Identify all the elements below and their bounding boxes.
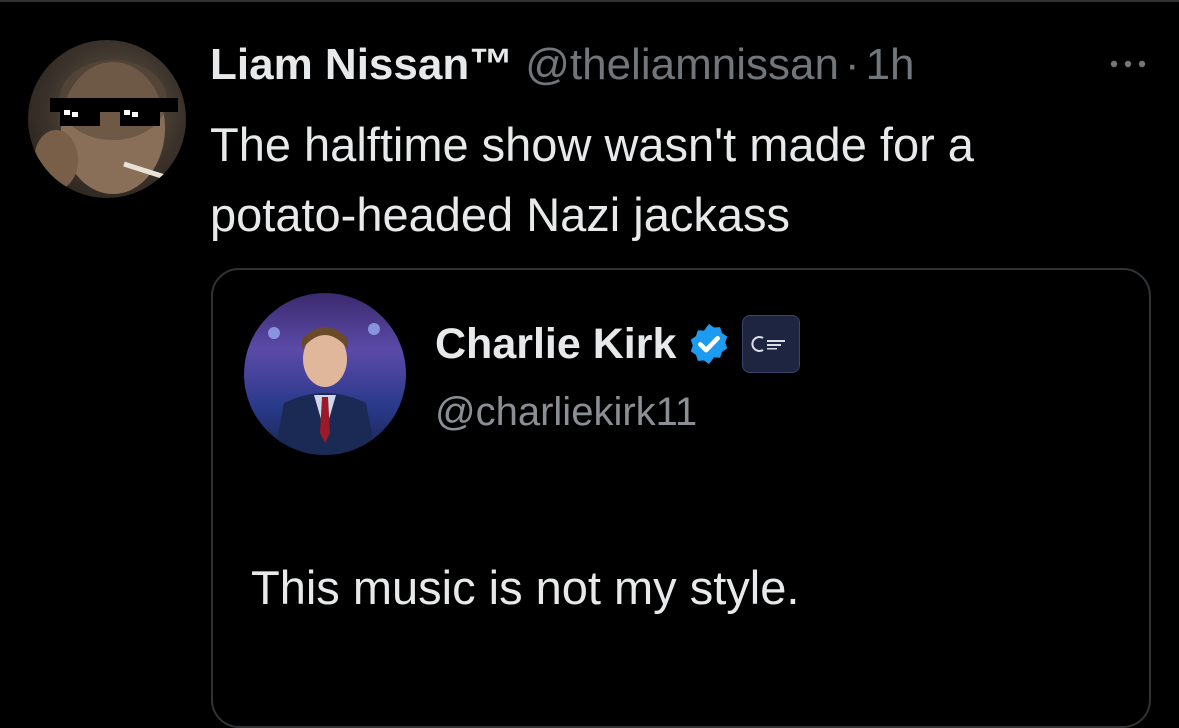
tweet-text: The halftime show wasn't made for a pota… — [210, 118, 974, 241]
more-options-button[interactable] — [1100, 52, 1156, 76]
quoted-name-row: Charlie Kirk — [435, 315, 801, 373]
more-horizontal-icon — [1110, 60, 1146, 68]
author-handle[interactable]: @theliamnissan — [525, 40, 839, 90]
organization-badge-icon[interactable] — [742, 315, 801, 373]
quoted-author-avatar[interactable] — [244, 293, 406, 455]
tweet-header: Liam Nissan™ @theliamnissan · 1h — [210, 40, 915, 90]
author-display-name[interactable]: Liam Nissan™ — [210, 40, 513, 90]
tweet-timestamp[interactable]: 1h — [866, 40, 915, 90]
top-divider — [0, 0, 1179, 2]
quoted-author-handle[interactable]: @charliekirk11 — [435, 390, 697, 435]
quoted-tweet-text: This music is not my style. — [251, 561, 800, 614]
quoted-tweet-card[interactable]: Charlie Kirk @charliekirk11 This music i… — [211, 268, 1151, 728]
verified-badge-icon — [691, 323, 728, 365]
header-separator: · — [844, 40, 860, 89]
profile-photo-icon — [268, 323, 380, 455]
quoted-author-display-name[interactable]: Charlie Kirk — [435, 320, 676, 369]
profile-photo-icon — [34, 60, 178, 194]
author-avatar[interactable] — [28, 40, 186, 198]
